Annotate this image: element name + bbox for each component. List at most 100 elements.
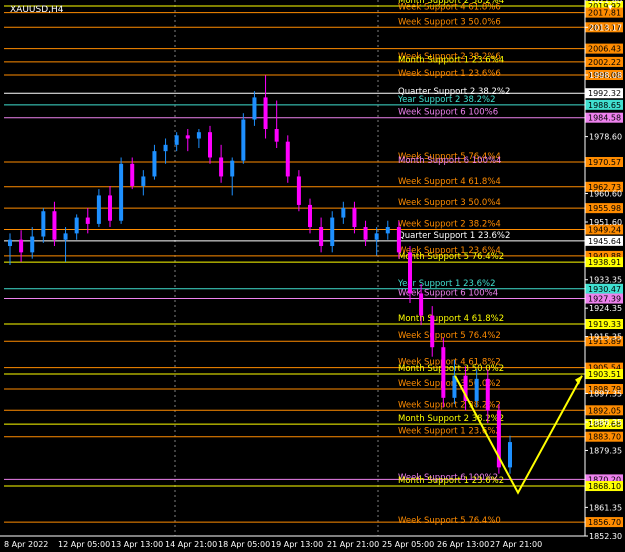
candle-body	[252, 97, 257, 120]
candle-body	[374, 233, 379, 240]
candle-body	[263, 97, 268, 130]
price-chart[interactable]: 2019.92 Month Support 2 38.2%4 2017.81 Week…	[0, 0, 625, 552]
dropdown-icon[interactable]: ▾	[608, 3, 613, 13]
price-tag-label: 1938.91	[588, 258, 621, 267]
level-label: Week Support 5 76.4%0	[398, 516, 501, 526]
candle-body	[474, 378, 479, 401]
candle-body	[408, 252, 412, 294]
y-tick-label: 1960.60	[589, 190, 622, 199]
level-label: Week Support 3 50.0%6	[398, 17, 501, 27]
y-tick-label: 1924.35	[589, 304, 622, 313]
candle-body	[8, 239, 12, 247]
x-tick-label: 12 Apr 05:00	[58, 540, 110, 549]
candle-body	[219, 157, 224, 177]
candle-body	[196, 132, 201, 139]
candle-body	[330, 217, 335, 247]
price-tag-label: 2002.22	[588, 58, 621, 67]
price-tag-label: 2017.81	[588, 9, 621, 18]
price-tag-label: 1992.32	[588, 89, 621, 98]
x-tick-label: 8 Apr 2022	[4, 540, 48, 549]
level-label: Week Support 2 38.2%2	[398, 400, 501, 410]
candle-body	[41, 211, 46, 237]
price-tag-label: 1927.39	[588, 295, 621, 304]
y-tick-label: 1998.08	[589, 71, 622, 80]
x-tick-label: 26 Apr 13:00	[437, 540, 489, 549]
level-label: Week Support 3 50.0%2	[398, 379, 501, 389]
candle-body	[30, 236, 35, 253]
level-label: Week Support 1 23.6%6	[398, 69, 501, 79]
price-tag-label: 1955.98	[588, 204, 621, 213]
price-tag-label: 1945.64	[588, 237, 621, 246]
level-label: Month Support 6 100%4	[398, 156, 501, 166]
x-tick-label: 21 Apr 21:00	[327, 540, 379, 549]
candle-body	[508, 442, 512, 468]
candle-body	[352, 208, 357, 228]
candle-body	[163, 144, 168, 152]
symbol-label: XAUUSD,H4	[10, 5, 64, 15]
candle-body	[319, 227, 324, 247]
level-label: Week Support 5 76.4%2	[398, 331, 501, 341]
candle-body	[385, 227, 390, 234]
candle-body	[241, 119, 246, 161]
x-tick-label: 19 Apr 13:00	[271, 540, 323, 549]
y-tick-label: 2021.80	[589, 0, 622, 5]
candle-body	[208, 132, 212, 158]
level-label: Week Support 2 38.2%4	[398, 219, 501, 229]
x-tick-label: 13 Apr 13:00	[111, 540, 163, 549]
level-label: Week Support 4 61.8%6	[398, 3, 501, 13]
candle-body	[285, 141, 290, 177]
candle-body	[52, 211, 57, 240]
level-label: Week Support 4 61.8%4	[398, 177, 501, 187]
candle-body	[430, 315, 435, 348]
x-tick-label: 14 Apr 21:00	[165, 540, 217, 549]
candle-body	[85, 217, 90, 224]
candle-body	[185, 135, 190, 139]
candle-body	[174, 135, 179, 145]
candle-body	[141, 176, 146, 186]
price-tag-label: 1984.58	[588, 114, 621, 123]
level-label: Year Support 2 38.2%2	[397, 95, 496, 105]
x-tick-label: 25 Apr 05:00	[382, 540, 434, 549]
y-tick-label: 1852.30	[589, 532, 622, 541]
arrow-head	[575, 375, 582, 385]
candle-body	[96, 195, 101, 224]
axes: 2021.80 2013.17 1998.08 1978.60 1960.60 1951.…	[0, 0, 622, 549]
y-tick-label: 1915.35	[589, 333, 622, 342]
level-label: Month Support 1 23.6%4	[398, 56, 504, 66]
grid	[174, 0, 379, 536]
x-tick-label: 27 Apr 21:00	[490, 540, 542, 549]
y-tick-label: 1933.35	[589, 276, 622, 285]
price-tag-label: 1930.47	[588, 285, 621, 294]
price-tag-label: 1988.65	[588, 101, 621, 110]
price-tag-label: 1892.05	[588, 406, 621, 415]
candle-body	[130, 163, 135, 186]
candle-body	[341, 208, 346, 218]
level-label: Week Support 6 100%4	[398, 289, 498, 299]
candle-body	[296, 176, 301, 205]
candle-body	[108, 195, 112, 221]
support-levels: 2019.92Month Support 2 38.2%42017.81Week…	[4, 0, 623, 528]
candle-body	[274, 129, 279, 142]
price-tag-label: 1919.33	[588, 320, 621, 329]
level-label: Week Support 6 100%6	[398, 108, 498, 118]
y-tick-label: 1897.35	[589, 390, 622, 399]
candle-body	[485, 378, 490, 411]
y-tick-label: 1861.35	[589, 503, 622, 512]
price-tag-label: 1856.70	[588, 518, 621, 527]
level-label: Week Support 3 50.0%4	[398, 198, 501, 208]
level-label: Month Support 1 23.6%2	[398, 476, 504, 486]
x-tick-label: 18 Apr 05:00	[218, 540, 270, 549]
candle-body	[74, 217, 79, 234]
y-tick-label: 2013.17	[589, 23, 622, 32]
y-tick-label: 1951.60	[589, 218, 622, 227]
candle-body	[396, 227, 401, 253]
level-label: Quarter Support 1 23.6%2	[398, 231, 510, 241]
candle-body	[152, 151, 157, 177]
candle-body	[308, 204, 312, 228]
level-label: Month Support 4 61.8%2	[398, 314, 504, 324]
price-tag-label: 1903.51	[588, 370, 621, 379]
candle-body	[19, 239, 24, 253]
candle-body	[230, 160, 235, 177]
price-tag-label: 2006.43	[588, 45, 621, 54]
price-tag-label: 1868.10	[588, 482, 621, 491]
